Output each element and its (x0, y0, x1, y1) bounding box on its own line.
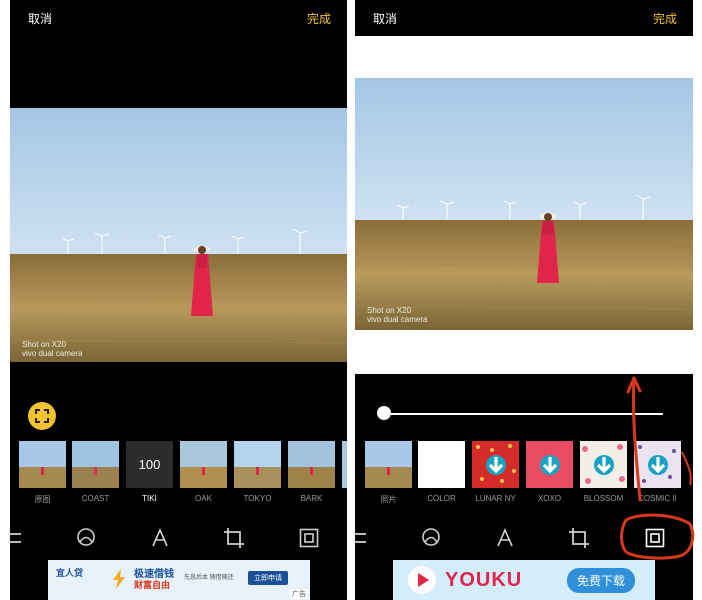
annotation-scribble (681, 451, 692, 486)
annotation-circle (620, 513, 695, 560)
red-annotation (620, 376, 695, 560)
annotation-arrow (631, 376, 642, 502)
